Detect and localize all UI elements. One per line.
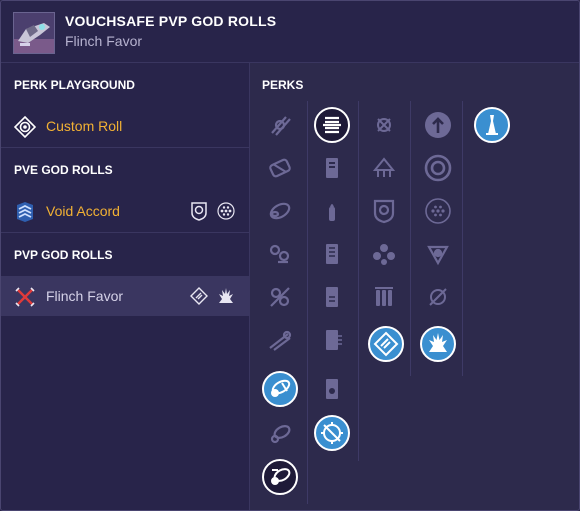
- perks-title: PERKS: [262, 78, 304, 92]
- perk-trait1-4-icon[interactable]: [366, 236, 402, 272]
- roll-label: Void Accord: [46, 203, 120, 219]
- perk-magazine-7-icon[interactable]: [314, 371, 350, 407]
- perk-barrel-2-icon[interactable]: [262, 150, 298, 186]
- weapon-thumbnail-icon: [13, 12, 55, 54]
- roll-item-void-accord[interactable]: Void Accord: [1, 191, 249, 231]
- perk-barrel-8-icon[interactable]: [262, 416, 298, 452]
- perk-magazine-4-icon[interactable]: [314, 236, 350, 272]
- column-divider: [410, 101, 411, 376]
- sidebar: PERK PLAYGROUND Custom Roll PVE GOD ROLL…: [1, 63, 249, 510]
- perk-barrel-5-icon[interactable]: [262, 279, 298, 315]
- column-divider: [307, 101, 308, 504]
- section-title: PERK PLAYGROUND: [14, 78, 135, 92]
- diamond-perk-icon: [190, 287, 208, 305]
- perk-barrel-1-icon[interactable]: [262, 107, 298, 143]
- section-header-pvp-god-rolls: PVP GOD ROLLS: [1, 233, 249, 277]
- perk-magazine-selected-icon[interactable]: [314, 107, 350, 143]
- header: VOUCHSAFE PVP GOD ROLLS Flinch Favor: [1, 1, 579, 63]
- section-header-perk-playground: PERK PLAYGROUND: [1, 63, 249, 107]
- target-icon: [14, 116, 36, 138]
- perk-barrel-3-icon[interactable]: [262, 193, 298, 229]
- roll-label: Custom Roll: [46, 118, 123, 134]
- page-title: VOUCHSAFE PVP GOD ROLLS: [65, 13, 277, 29]
- burst-perk-icon: [219, 288, 233, 303]
- app-window: VOUCHSAFE PVP GOD ROLLS Flinch Favor PER…: [0, 0, 580, 511]
- section-header-pve-god-rolls: PVE GOD ROLLS: [1, 148, 249, 192]
- perk-trait1-selected-icon[interactable]: [368, 326, 404, 362]
- perk-magazine-5-icon[interactable]: [314, 279, 350, 315]
- perk-trait1-5-icon[interactable]: [366, 279, 402, 315]
- dots-perk-icon: [217, 202, 235, 220]
- perk-magazine-6-icon[interactable]: [314, 322, 350, 358]
- perk-trait2-3-icon[interactable]: [420, 193, 456, 229]
- chevron-rank-icon: [17, 202, 33, 222]
- perk-trait2-4-icon[interactable]: [420, 236, 456, 272]
- roll-label: Flinch Favor: [46, 288, 124, 304]
- perk-trait1-2-icon[interactable]: [366, 150, 402, 186]
- column-divider: [462, 101, 463, 376]
- perk-trait2-5-icon[interactable]: [420, 279, 456, 315]
- perk-trait1-3-icon[interactable]: [366, 193, 402, 229]
- perk-magazine-2-icon[interactable]: [314, 150, 350, 186]
- barrel-perk-icon: [191, 202, 207, 221]
- perk-origin-selected-icon[interactable]: [474, 107, 510, 143]
- panel-divider: [249, 63, 250, 510]
- section-title: PVP GOD ROLLS: [14, 248, 113, 262]
- perk-trait2-selected-icon[interactable]: [420, 326, 456, 362]
- perk-barrel-6-icon[interactable]: [262, 322, 298, 358]
- section-title: PVE GOD ROLLS: [14, 163, 113, 177]
- perk-magazine-8-selected-icon[interactable]: [314, 415, 350, 451]
- perk-barrel-selected-icon[interactable]: [262, 371, 298, 407]
- roll-item-flinch-favor[interactable]: Flinch Favor: [1, 276, 249, 316]
- perk-magazine-3-icon[interactable]: [314, 193, 350, 229]
- column-divider: [358, 101, 359, 461]
- roll-item-custom-roll[interactable]: Custom Roll: [1, 106, 249, 146]
- perk-barrel-9-icon[interactable]: [262, 459, 298, 495]
- page-subtitle: Flinch Favor: [65, 33, 143, 49]
- perk-barrel-4-icon[interactable]: [262, 236, 298, 272]
- perk-trait1-1-icon[interactable]: [366, 107, 402, 143]
- crossed-swords-icon: [15, 287, 35, 307]
- perk-trait2-1-icon[interactable]: [420, 107, 456, 143]
- perk-trait2-2-icon[interactable]: [420, 150, 456, 186]
